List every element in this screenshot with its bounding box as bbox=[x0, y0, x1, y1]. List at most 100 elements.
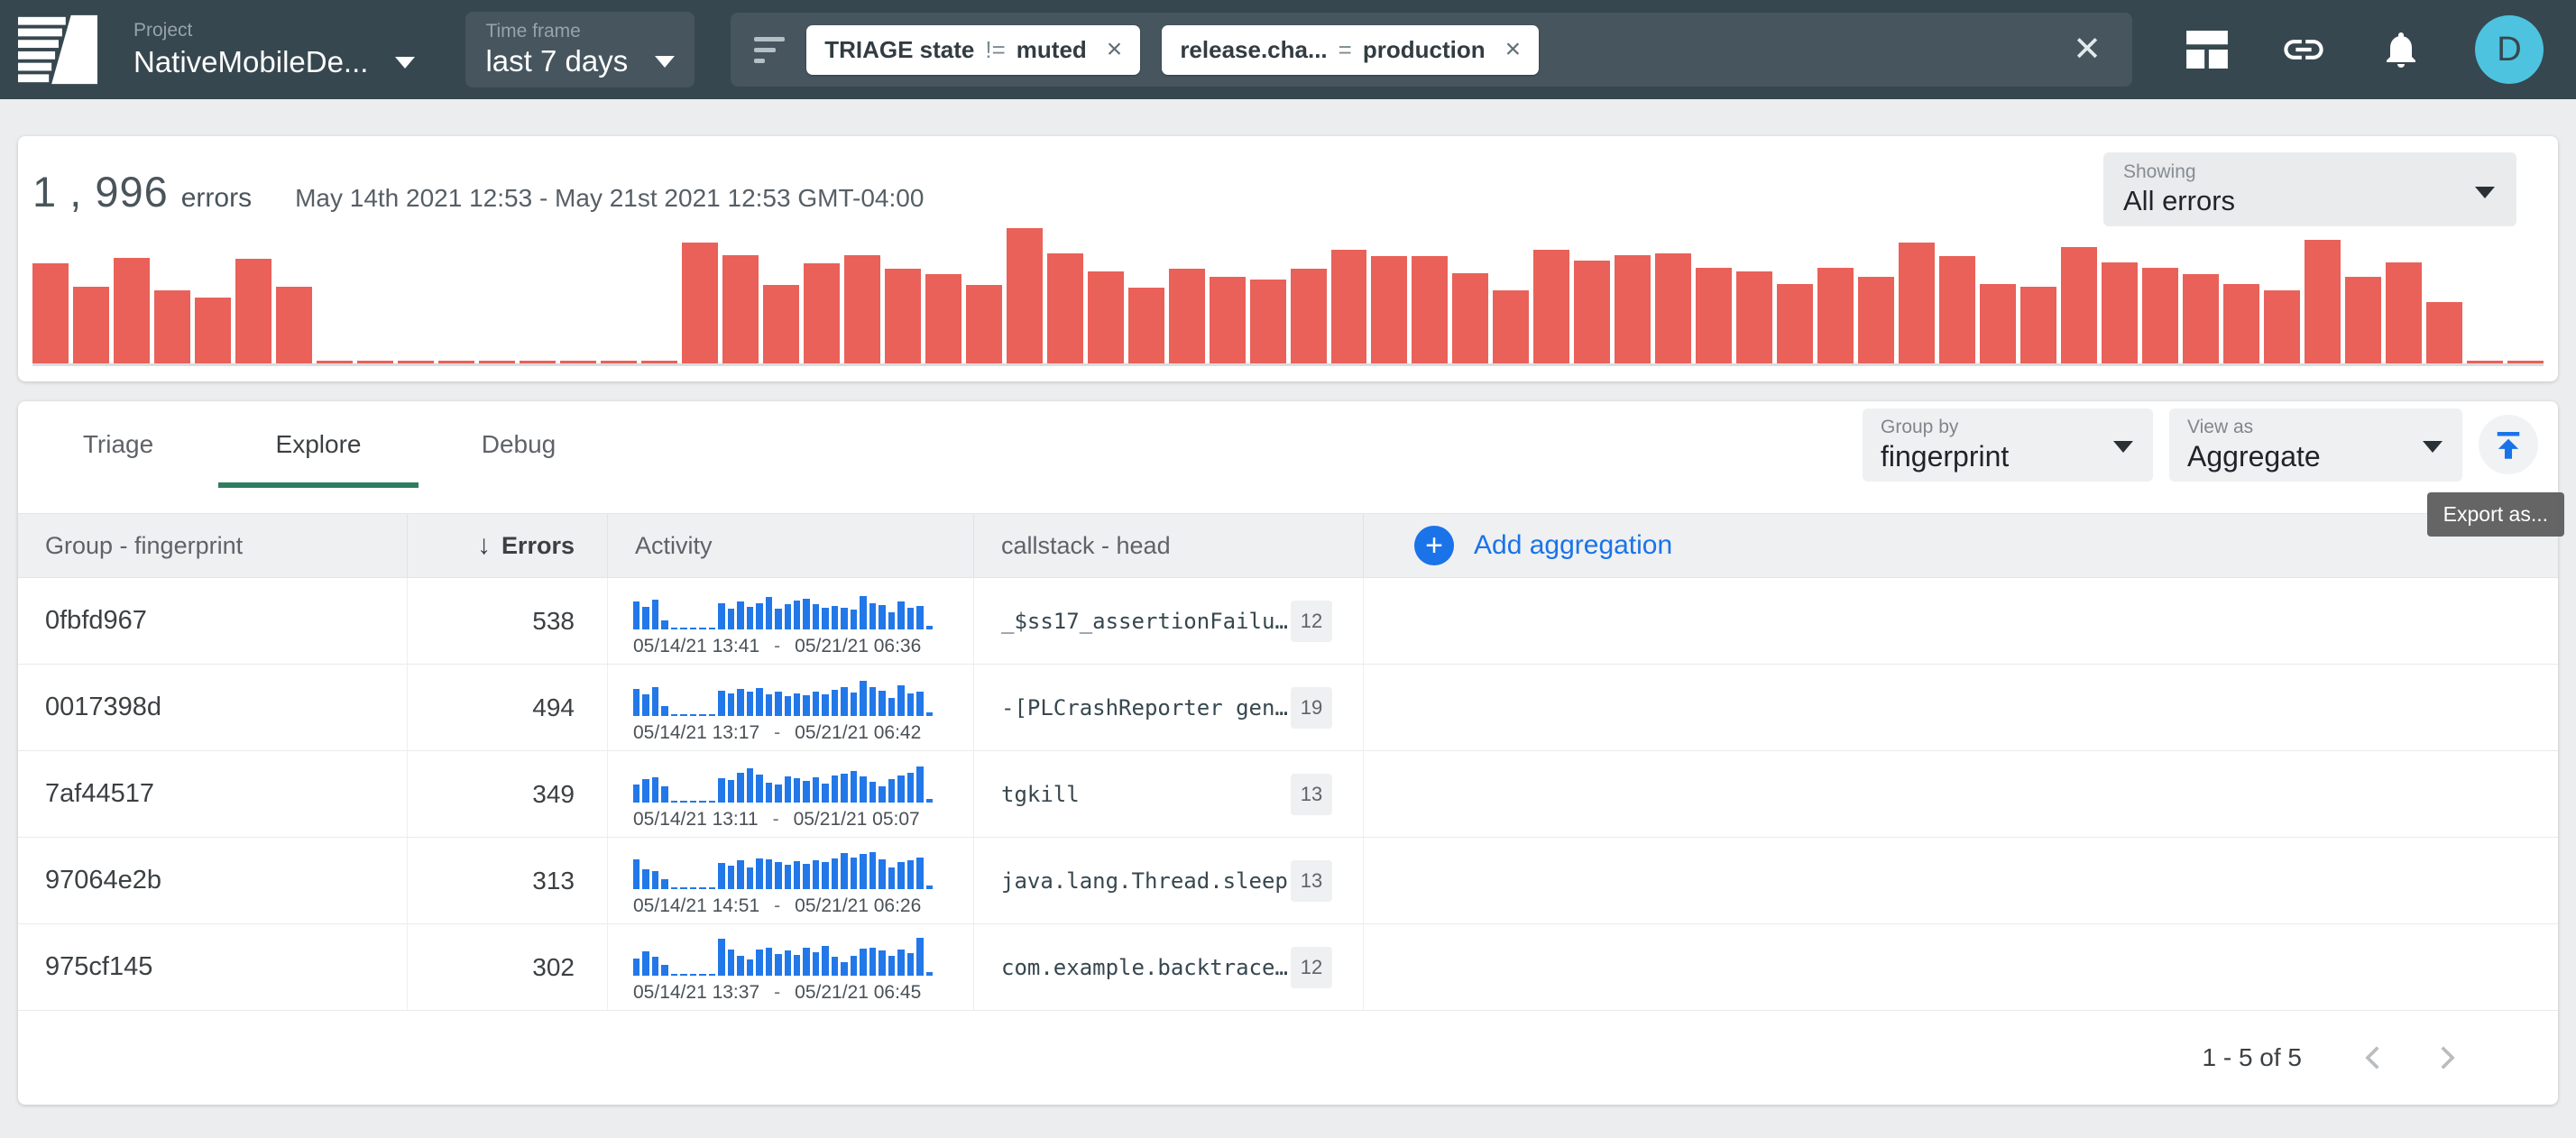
histogram-bar[interactable] bbox=[1291, 269, 1327, 363]
next-page-button[interactable] bbox=[2410, 1022, 2482, 1094]
histogram-bar[interactable] bbox=[1817, 268, 1854, 363]
histogram-bar[interactable] bbox=[560, 361, 596, 363]
timeframe-selector[interactable]: Time frame last 7 days bbox=[465, 12, 695, 87]
column-header-errors[interactable]: ↓ Errors bbox=[408, 514, 608, 577]
filter-chip-triage-state[interactable]: TRIAGE state != muted × bbox=[806, 25, 1140, 75]
histogram-bar[interactable] bbox=[479, 361, 515, 363]
remove-filter-icon[interactable]: × bbox=[1505, 36, 1522, 63]
histogram-bar[interactable] bbox=[601, 361, 637, 363]
histogram-bar[interactable] bbox=[682, 243, 718, 363]
histogram-bar[interactable] bbox=[1371, 256, 1407, 363]
histogram-bar[interactable] bbox=[2142, 268, 2178, 363]
histogram-bar[interactable] bbox=[2426, 302, 2462, 363]
histogram-bar[interactable] bbox=[804, 263, 840, 363]
table-row[interactable]: 7af4451734905/14/21 13:11-05/21/21 05:07… bbox=[18, 751, 2558, 838]
filter-bar[interactable]: TRIAGE state != muted × release.cha... =… bbox=[731, 13, 2132, 87]
table-row[interactable]: 0fbfd96753805/14/21 13:41-05/21/21 06:36… bbox=[18, 578, 2558, 665]
table-row[interactable]: 97064e2b31305/14/21 14:51-05/21/21 06:26… bbox=[18, 838, 2558, 924]
callstack-cell[interactable]: java.lang.Thread.sleep13 bbox=[974, 838, 1364, 923]
showing-dropdown[interactable]: Showing All errors bbox=[2103, 152, 2516, 226]
fingerprint-cell[interactable]: 975cf145 bbox=[18, 924, 408, 1010]
clear-filters-button[interactable]: ✕ bbox=[2065, 32, 2109, 67]
project-selector[interactable]: Project NativeMobileDe... bbox=[133, 20, 415, 79]
callstack-cell[interactable]: _$ss17_assertionFailur…12 bbox=[974, 578, 1364, 664]
previous-page-button[interactable] bbox=[2338, 1022, 2410, 1094]
user-avatar[interactable]: D bbox=[2475, 15, 2544, 84]
tab-triage[interactable]: Triage bbox=[18, 401, 218, 488]
histogram-bar[interactable] bbox=[1331, 250, 1367, 363]
add-aggregation-button[interactable]: + Add aggregation bbox=[1364, 514, 2558, 577]
callstack-cell[interactable]: -[PLCrashReporter gene…19 bbox=[974, 665, 1364, 750]
histogram-bar[interactable] bbox=[1858, 277, 1894, 363]
histogram-bar[interactable] bbox=[1615, 255, 1651, 363]
histogram-bar[interactable] bbox=[317, 361, 353, 363]
activity-cell[interactable]: 05/14/21 13:11-05/21/21 05:07 bbox=[608, 751, 974, 837]
histogram-bar[interactable] bbox=[1574, 261, 1610, 363]
histogram-bar[interactable] bbox=[1493, 290, 1529, 363]
column-header-group[interactable]: Group - fingerprint bbox=[18, 514, 408, 577]
column-header-activity[interactable]: Activity bbox=[608, 514, 974, 577]
activity-cell[interactable]: 05/14/21 14:51-05/21/21 06:26 bbox=[608, 838, 974, 923]
histogram-bar[interactable] bbox=[1736, 271, 1772, 363]
view-as-dropdown[interactable]: View as Aggregate bbox=[2169, 408, 2462, 482]
histogram-bar[interactable] bbox=[966, 285, 1002, 363]
histogram-bar[interactable] bbox=[1169, 269, 1205, 363]
histogram-bar[interactable] bbox=[2386, 262, 2422, 363]
histogram-bar[interactable] bbox=[885, 269, 921, 363]
histogram-bar[interactable] bbox=[195, 298, 231, 363]
histogram-bar[interactable] bbox=[398, 361, 434, 363]
histogram-bar[interactable] bbox=[1452, 273, 1488, 363]
histogram-bar[interactable] bbox=[2345, 277, 2381, 363]
histogram-bar[interactable] bbox=[2264, 290, 2300, 363]
histogram-bar[interactable] bbox=[844, 255, 880, 363]
histogram-bar[interactable] bbox=[2020, 287, 2056, 363]
histogram-bar[interactable] bbox=[2223, 284, 2259, 363]
tab-debug[interactable]: Debug bbox=[419, 401, 619, 488]
histogram-bar[interactable] bbox=[722, 255, 759, 363]
histogram-bar[interactable] bbox=[1696, 268, 1732, 363]
histogram-bar[interactable] bbox=[1250, 280, 1286, 363]
table-row[interactable]: 0017398d49405/14/21 13:17-05/21/21 06:42… bbox=[18, 665, 2558, 751]
fingerprint-cell[interactable]: 7af44517 bbox=[18, 751, 408, 837]
histogram-bar[interactable] bbox=[1939, 256, 1975, 363]
histogram-bar[interactable] bbox=[2183, 274, 2219, 363]
histogram-bar[interactable] bbox=[520, 361, 556, 363]
activity-cell[interactable]: 05/14/21 13:41-05/21/21 06:36 bbox=[608, 578, 974, 664]
histogram-bar[interactable] bbox=[154, 290, 190, 363]
histogram-bar[interactable] bbox=[235, 259, 271, 363]
histogram-bar[interactable] bbox=[2061, 247, 2097, 363]
histogram-bar[interactable] bbox=[1210, 277, 1246, 363]
histogram-bar[interactable] bbox=[1412, 256, 1448, 363]
fingerprint-cell[interactable]: 0fbfd967 bbox=[18, 578, 408, 664]
histogram-bar[interactable] bbox=[2507, 361, 2544, 363]
callstack-cell[interactable]: tgkill13 bbox=[974, 751, 1364, 837]
callstack-cell[interactable]: com.example.backtraced…12 bbox=[974, 924, 1364, 1010]
activity-cell[interactable]: 05/14/21 13:37-05/21/21 06:45 bbox=[608, 924, 974, 1010]
histogram-bar[interactable] bbox=[438, 361, 474, 363]
histogram-bar[interactable] bbox=[114, 258, 150, 363]
histogram-bar[interactable] bbox=[32, 263, 69, 363]
fingerprint-cell[interactable]: 0017398d bbox=[18, 665, 408, 750]
link-icon[interactable] bbox=[2280, 26, 2327, 73]
histogram-bar[interactable] bbox=[357, 361, 393, 363]
histogram-bar[interactable] bbox=[1047, 253, 1083, 363]
histogram-bar[interactable] bbox=[925, 274, 961, 363]
tab-explore[interactable]: Explore bbox=[218, 401, 419, 488]
histogram-bar[interactable] bbox=[276, 287, 312, 363]
histogram-bar[interactable] bbox=[1007, 228, 1043, 363]
histogram-bar[interactable] bbox=[1128, 288, 1164, 363]
errors-histogram[interactable] bbox=[32, 226, 2544, 366]
histogram-bar[interactable] bbox=[1980, 284, 2016, 363]
histogram-bar[interactable] bbox=[2467, 361, 2503, 363]
group-by-dropdown[interactable]: Group by fingerprint bbox=[1863, 408, 2153, 482]
column-header-callstack[interactable]: callstack - head bbox=[974, 514, 1364, 577]
fingerprint-cell[interactable]: 97064e2b bbox=[18, 838, 408, 923]
histogram-bar[interactable] bbox=[763, 285, 799, 363]
histogram-bar[interactable] bbox=[1899, 243, 1935, 363]
histogram-bar[interactable] bbox=[1777, 284, 1813, 363]
filter-chip-release-channel[interactable]: release.cha... = production × bbox=[1162, 25, 1539, 75]
histogram-bar[interactable] bbox=[641, 361, 677, 363]
remove-filter-icon[interactable]: × bbox=[1107, 36, 1123, 63]
activity-cell[interactable]: 05/14/21 13:17-05/21/21 06:42 bbox=[608, 665, 974, 750]
histogram-bar[interactable] bbox=[1655, 253, 1691, 363]
